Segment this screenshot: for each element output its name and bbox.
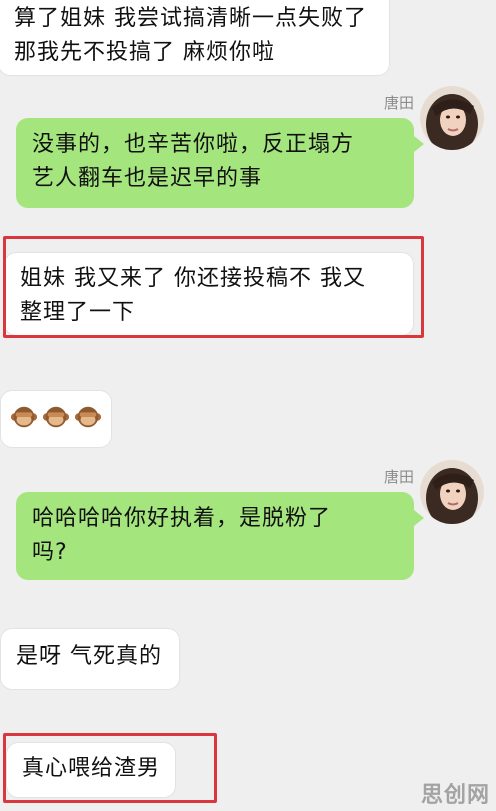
message-text: 真心喂给渣男	[22, 756, 161, 781]
monkey-face-icon	[10, 406, 38, 428]
chat-conversation: 算了姐妹 我尝试搞清晰一点失败了 那我先不投搞了 麻烦你啦 唐田 没事的，也辛苦…	[0, 0, 496, 811]
message-text: 算了姐妹 我尝试搞清晰一点失败了 那我先不投搞了 麻烦你啦	[14, 6, 367, 65]
watermark: 思创网	[420, 783, 490, 808]
incoming-message[interactable]: 算了姐妹 我尝试搞清晰一点失败了 那我先不投搞了 麻烦你啦	[0, 0, 390, 76]
message-text: 哈哈哈哈你好执着，是脱粉了 吗?	[32, 506, 332, 565]
incoming-message[interactable]: 是呀 气死真的	[0, 628, 180, 690]
outgoing-message[interactable]: 没事的，也辛苦你啦，反正塌方 艺人翻车也是迟早的事	[16, 118, 424, 208]
outgoing-message[interactable]: 哈哈哈哈你好执着，是脱粉了 吗?	[16, 492, 424, 580]
message-text: 姐妹 我又来了 你还接投稿不 我又 整理了一下	[20, 266, 366, 325]
message-text: 没事的，也辛苦你啦，反正塌方 艺人翻车也是迟早的事	[32, 132, 355, 191]
avatar-photo	[420, 86, 484, 150]
incoming-message[interactable]: 姐妹 我又来了 你还接投稿不 我又 整理了一下	[4, 252, 414, 336]
sender-name: 唐田	[383, 468, 414, 486]
emoji-row	[10, 402, 102, 432]
monkey-face-icon	[74, 406, 102, 428]
sender-name: 唐田	[383, 94, 414, 112]
message-text: 是呀 气死真的	[16, 644, 162, 669]
monkey-face-icon	[42, 406, 70, 428]
avatar[interactable]	[420, 86, 484, 150]
incoming-message[interactable]: 真心喂给渣男	[6, 742, 176, 798]
incoming-message[interactable]	[0, 390, 112, 448]
avatar[interactable]	[420, 460, 484, 524]
avatar-photo	[420, 460, 484, 524]
